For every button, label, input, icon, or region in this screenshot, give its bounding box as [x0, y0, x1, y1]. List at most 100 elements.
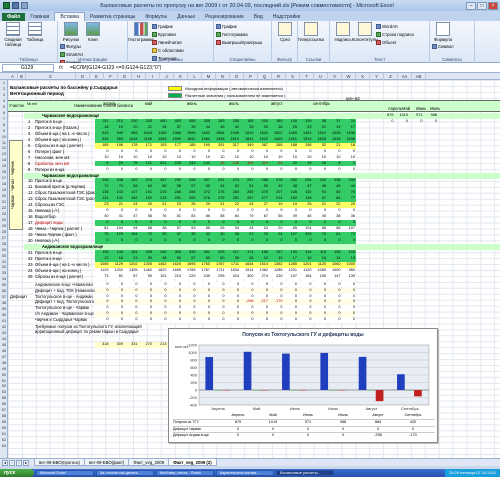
- slicer-button[interactable]: Срез: [274, 22, 296, 42]
- row-header[interactable]: 36: [0, 289, 8, 293]
- cell-value[interactable]: 1634: [226, 268, 241, 274]
- row-header[interactable]: 37: [0, 295, 8, 299]
- cell-value[interactable]: 84: [226, 214, 241, 220]
- cell-value[interactable]: 969: [124, 131, 139, 137]
- cell-value[interactable]: 1305: [124, 268, 139, 274]
- cell-value[interactable]: 0: [95, 299, 110, 305]
- cell-value[interactable]: 88: [211, 214, 226, 220]
- cell-value[interactable]: 0: [226, 294, 241, 300]
- column-header[interactable]: J: [160, 73, 174, 80]
- cell-value[interactable]: 20: [110, 161, 125, 167]
- cell-value[interactable]: 1810: [240, 131, 255, 137]
- cell-value[interactable]: 0: [182, 167, 197, 173]
- cell-value[interactable]: 0: [124, 305, 139, 311]
- cell-value[interactable]: 1695: [182, 262, 197, 268]
- cell-value[interactable]: 108: [327, 250, 342, 256]
- cell-value[interactable]: 0: [240, 317, 255, 323]
- cell-value[interactable]: 27: [255, 202, 270, 208]
- column-header[interactable]: W: [342, 73, 356, 80]
- cell-value[interactable]: 0: [226, 282, 241, 288]
- name-box[interactable]: G129: [2, 63, 54, 72]
- cell-value[interactable]: 1202: [124, 262, 139, 268]
- cell-value[interactable]: 1767: [211, 262, 226, 268]
- taskbar-item-4[interactable]: Балансовые расчеты...: [276, 470, 334, 476]
- cell-value[interactable]: 0: [255, 167, 270, 173]
- column-header[interactable]: Z: [384, 73, 398, 80]
- cell-value[interactable]: 61: [327, 232, 342, 238]
- cell-value[interactable]: 298: [182, 178, 197, 184]
- cell-value[interactable]: 13: [342, 256, 357, 262]
- cell-value[interactable]: 76: [153, 214, 168, 220]
- cell-value[interactable]: 140: [284, 119, 299, 125]
- cell-value[interactable]: -170: [269, 299, 284, 305]
- cell-value[interactable]: 10: [110, 155, 125, 161]
- cell-value[interactable]: 21: [327, 143, 342, 149]
- column-header[interactable]: V: [328, 73, 342, 80]
- cell-value[interactable]: 0: [153, 167, 168, 173]
- cell-value[interactable]: 1634: [240, 262, 255, 268]
- cell-value[interactable]: 0: [226, 305, 241, 311]
- cell-value[interactable]: 267: [153, 178, 168, 184]
- cell-value[interactable]: 210: [110, 119, 125, 125]
- cell-value[interactable]: 118: [298, 196, 313, 202]
- cell-value[interactable]: 1514: [240, 268, 255, 274]
- cell-value[interactable]: 10: [124, 155, 139, 161]
- row-header[interactable]: 42: [0, 325, 8, 329]
- cell-value[interactable]: 0: [95, 305, 110, 311]
- pivot-table-button[interactable]: Сводная таблица: [2, 22, 24, 47]
- cell-value[interactable]: 1285: [269, 268, 284, 274]
- cell-value[interactable]: 142: [197, 161, 212, 167]
- cell-value[interactable]: 17: [284, 256, 299, 262]
- cell-value[interactable]: 0: [110, 167, 125, 173]
- cell-value[interactable]: 254: [298, 178, 313, 184]
- cell-value[interactable]: 0: [153, 294, 168, 300]
- cell-value[interactable]: -36: [211, 161, 226, 167]
- cell-value[interactable]: 0: [342, 167, 357, 173]
- cell-value[interactable]: 455: [182, 119, 197, 125]
- cell-value[interactable]: 0: [211, 149, 226, 155]
- cell-value[interactable]: 251: [168, 196, 183, 202]
- cell-value[interactable]: 159: [313, 274, 328, 280]
- cell-value[interactable]: 131: [95, 196, 110, 202]
- cell-value[interactable]: 0: [110, 282, 125, 288]
- cell-value[interactable]: 1842: [197, 131, 212, 137]
- tab-2[interactable]: Вставка: [54, 12, 85, 21]
- cell-value[interactable]: 0: [124, 282, 139, 288]
- cell-value[interactable]: 21: [313, 202, 328, 208]
- row-header[interactable]: 24: [0, 218, 8, 222]
- cell-value[interactable]: 0: [95, 220, 110, 226]
- cell-value[interactable]: 297: [197, 178, 212, 184]
- cell-value[interactable]: 201: [153, 161, 168, 167]
- tab-7[interactable]: Вид: [249, 13, 268, 21]
- chart[interactable]: Попуски из Токтогульского ГУ и дефициты …: [168, 328, 438, 443]
- row-header[interactable]: 62: [0, 438, 8, 442]
- cell-value[interactable]: 25: [284, 125, 299, 131]
- cell-value[interactable]: 0: [211, 294, 226, 300]
- cell-value[interactable]: 276: [211, 196, 226, 202]
- cell-value[interactable]: 57: [182, 184, 197, 190]
- cell-value[interactable]: 20: [269, 226, 284, 232]
- cell-value[interactable]: 72: [95, 184, 110, 190]
- cell-value[interactable]: 94: [313, 190, 328, 196]
- cell-value[interactable]: 0: [255, 208, 270, 214]
- cell-value[interactable]: 0: [139, 149, 154, 155]
- worksheet[interactable]: 1 2 3 4 5 6 7 8 9 10 11 12 13 14 15 16 17 18 19 20 21 22 23 24 2…: [0, 80, 500, 458]
- cell-value[interactable]: 53: [182, 226, 197, 232]
- column-header[interactable]: X: [356, 73, 370, 80]
- cell-value[interactable]: 161: [124, 250, 139, 256]
- cell-value[interactable]: 0: [197, 311, 212, 317]
- cell-value[interactable]: 1000: [342, 262, 357, 268]
- close-button[interactable]: ×: [488, 1, 498, 10]
- cell-value[interactable]: 0: [240, 167, 255, 173]
- row-header[interactable]: 52: [0, 384, 8, 388]
- column-header[interactable]: N: [216, 73, 230, 80]
- cell-value[interactable]: 1528: [327, 131, 342, 137]
- tab-5[interactable]: Данные: [172, 13, 200, 21]
- cell-value[interactable]: 0: [284, 294, 299, 300]
- cell-value[interactable]: 94: [124, 226, 139, 232]
- cell-value[interactable]: 0: [240, 294, 255, 300]
- cell-value[interactable]: 230: [269, 274, 284, 280]
- cell-value[interactable]: 0: [342, 161, 357, 167]
- cell-value[interactable]: 0: [153, 220, 168, 226]
- cell-value[interactable]: 0: [124, 311, 139, 317]
